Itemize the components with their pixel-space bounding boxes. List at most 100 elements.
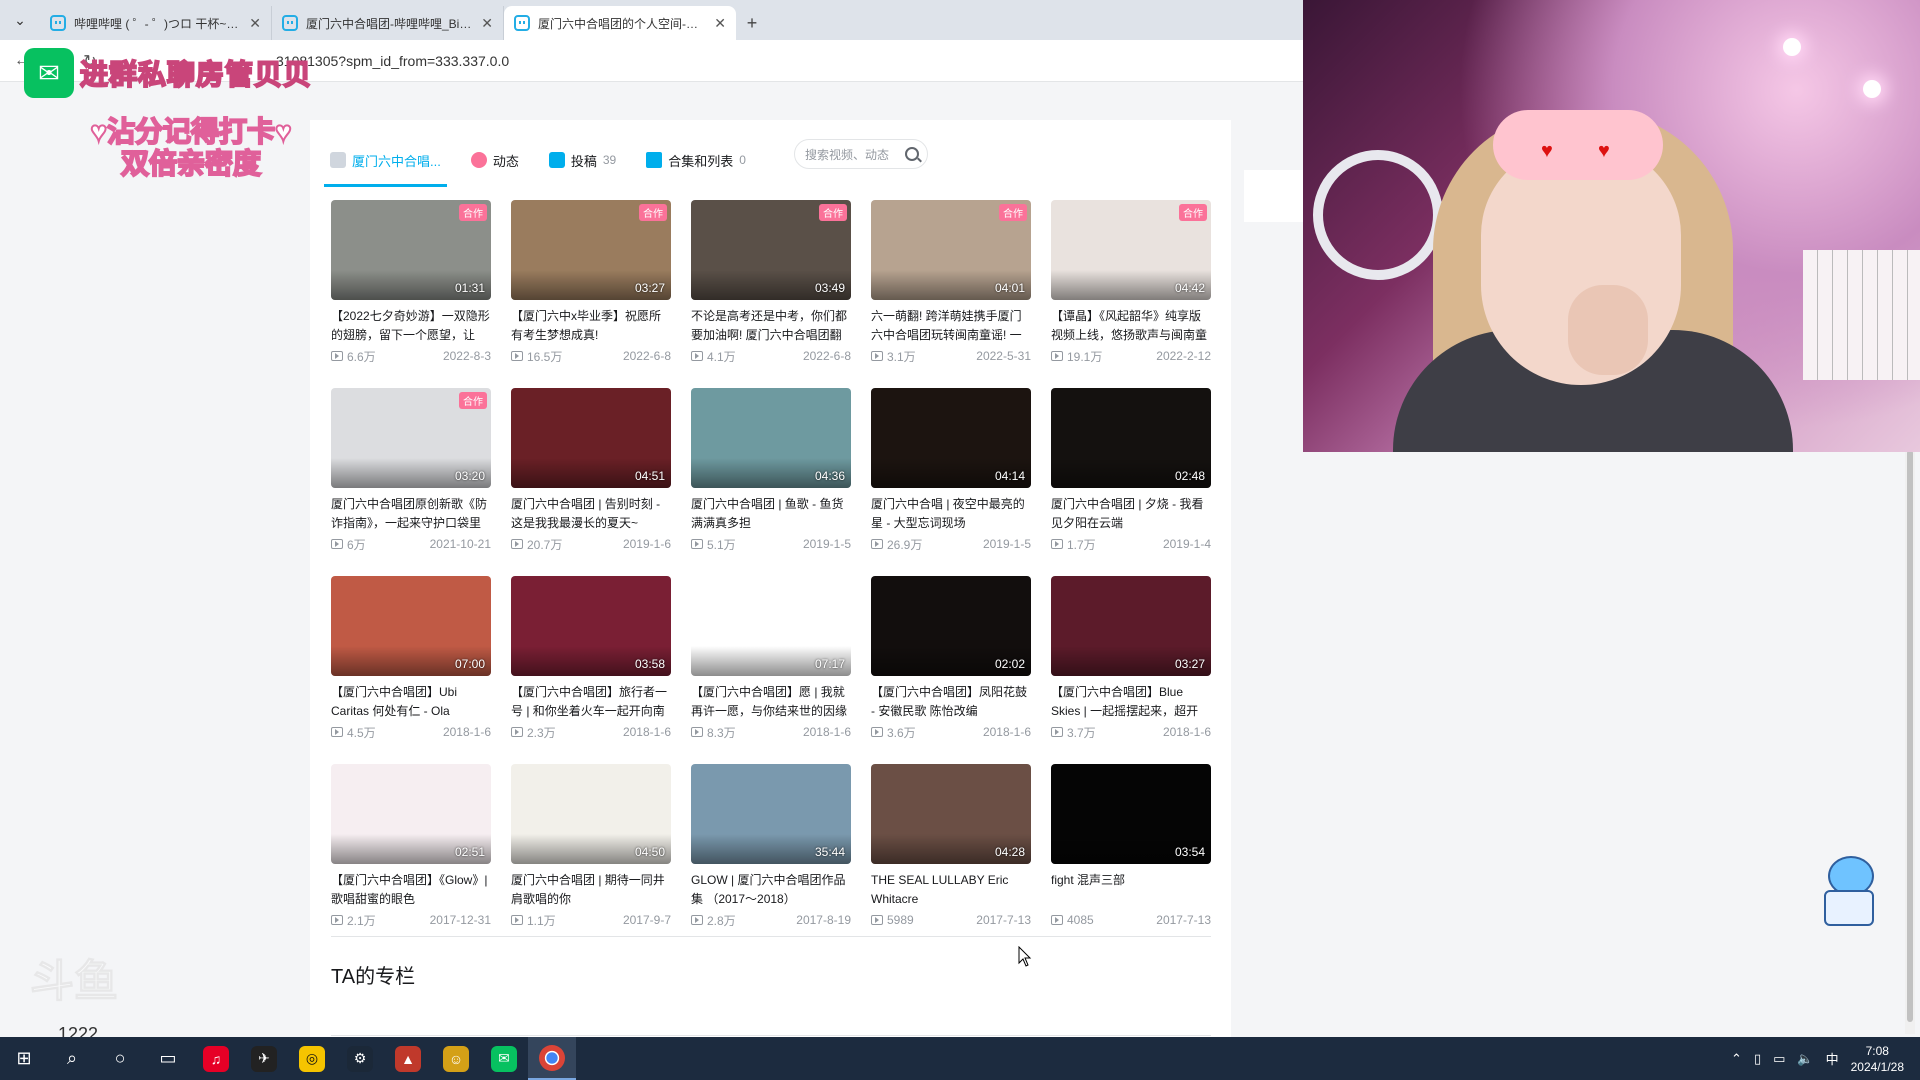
- video-meta: 5.1万 2019-1-5: [691, 535, 851, 553]
- video-card[interactable]: 合作 04:42 【谭晶】《风起韶华》纯享版视频上线，悠扬歌声与闽南童 19.1…: [1051, 200, 1211, 378]
- video-thumbnail[interactable]: 04:28: [871, 764, 1031, 864]
- video-title[interactable]: 【厦门六中合唱团】愿 | 我就再许一愿，与你结来世的因缘: [691, 683, 851, 721]
- video-thumbnail[interactable]: 07:17: [691, 576, 851, 676]
- chevron-up-icon[interactable]: ⌃: [1731, 1051, 1742, 1067]
- play-count-value: 16.5万: [527, 349, 563, 364]
- video-title[interactable]: fight 混声三部: [1051, 871, 1211, 909]
- video-thumbnail[interactable]: 合作 03:20: [331, 388, 491, 488]
- video-thumbnail[interactable]: 合作 04:42: [1051, 200, 1211, 300]
- new-tab-button[interactable]: +: [736, 6, 768, 40]
- tab-search-chevron-icon[interactable]: ⌄: [0, 0, 40, 40]
- cortana-icon[interactable]: ○: [96, 1037, 144, 1080]
- search-icon[interactable]: ⌕: [48, 1037, 96, 1080]
- video-title[interactable]: 厦门六中合唱团 | 鱼歌 - 鱼货满满真多担: [691, 495, 851, 533]
- video-card[interactable]: 04:51 厦门六中合唱团 | 告别时刻 - 这是我我最漫长的夏天~ 20.7万…: [511, 388, 671, 566]
- video-title[interactable]: 厦门六中合唱团 | 期待一同井肩歌唱的你: [511, 871, 671, 909]
- video-card[interactable]: 02:02 【厦门六中合唱团】凤阳花鼓 - 安徽民歌 陈怡改编 3.6万 201…: [871, 576, 1031, 754]
- video-title[interactable]: 【厦门六中合唱团】Ubi Caritas 何处有仁 - Ola: [331, 683, 491, 721]
- close-icon[interactable]: ✕: [714, 15, 726, 32]
- video-thumbnail[interactable]: 合作 04:01: [871, 200, 1031, 300]
- video-thumbnail[interactable]: 04:51: [511, 388, 671, 488]
- video-title[interactable]: 六一萌翻! 跨洋萌娃携手厦门六中合唱团玩转闽南童谣! 一: [871, 307, 1031, 345]
- browser-tab-2[interactable]: 厦门六中合唱团-哔哩哔哩_Bilibili ✕: [272, 6, 504, 40]
- windows-icon[interactable]: ⊞: [0, 1037, 48, 1080]
- video-title[interactable]: 厦门六中合唱团 | 夕烧 - 我看见夕阳在云端: [1051, 495, 1211, 533]
- browser-tab-1[interactable]: 哔哩哔哩 ( ゜- ゜)つロ 干杯~-bili ✕: [40, 6, 272, 40]
- video-title[interactable]: 【厦门六中合唱团】旅行者一号 | 和你坐着火车一起开向南: [511, 683, 671, 721]
- video-meta: 5989 2017-7-13: [871, 911, 1031, 929]
- video-card[interactable]: 合作 03:49 不论是高考还是中考，你们都要加油啊! 厦门六中合唱团翻 4.1…: [691, 200, 851, 378]
- video-card[interactable]: 02:48 厦门六中合唱团 | 夕烧 - 我看见夕阳在云端 1.7万 2019-…: [1051, 388, 1211, 566]
- wechat-icon[interactable]: ✉: [480, 1037, 528, 1080]
- netease-music-icon[interactable]: ♫: [192, 1037, 240, 1080]
- video-title[interactable]: 不论是高考还是中考，你们都要加油啊! 厦门六中合唱团翻: [691, 307, 851, 345]
- video-title[interactable]: 【厦门六中合唱团】Blue Skies | 一起摇摆起来，超开: [1051, 683, 1211, 721]
- page-scrollbar[interactable]: [1905, 450, 1915, 1034]
- video-card[interactable]: 07:17 【厦门六中合唱团】愿 | 我就再许一愿，与你结来世的因缘 8.3万 …: [691, 576, 851, 754]
- video-thumbnail[interactable]: 合作 03:49: [691, 200, 851, 300]
- browser-tab-3[interactable]: 厦门六中合唱团的个人空间-厦门 ✕: [504, 6, 736, 40]
- tab-uploads[interactable]: 投稿 39: [548, 133, 616, 187]
- video-card[interactable]: 02:51 【厦门六中合唱团】《Glow》| 歌唱甜蜜的眼色 2.1万 2017…: [331, 764, 491, 942]
- close-icon[interactable]: ✕: [249, 15, 261, 32]
- task-view-icon[interactable]: ▭: [144, 1037, 192, 1080]
- video-thumbnail[interactable]: 02:02: [871, 576, 1031, 676]
- video-thumbnail[interactable]: 03:27: [1051, 576, 1211, 676]
- video-card[interactable]: 04:50 厦门六中合唱团 | 期待一同井肩歌唱的你 1.1万 2017-9-7: [511, 764, 671, 942]
- video-title[interactable]: 【谭晶】《风起韶华》纯享版视频上线，悠扬歌声与闽南童: [1051, 307, 1211, 345]
- video-title[interactable]: THE SEAL LULLABY Eric Whitacre: [871, 871, 1031, 909]
- video-title[interactable]: 厦门六中合唱团原创新歌《防诈指南》，一起来守护口袋里: [331, 495, 491, 533]
- video-thumbnail[interactable]: 35:44: [691, 764, 851, 864]
- app-icon[interactable]: ▲: [384, 1037, 432, 1080]
- video-card[interactable]: 合作 03:20 厦门六中合唱团原创新歌《防诈指南》，一起来守护口袋里 6万 2…: [331, 388, 491, 566]
- battery-icon[interactable]: ▯: [1754, 1051, 1761, 1067]
- video-card[interactable]: 04:36 厦门六中合唱团 | 鱼歌 - 鱼货满满真多担 5.1万 2019-1…: [691, 388, 851, 566]
- chrome-icon[interactable]: [528, 1037, 576, 1080]
- video-card[interactable]: 合作 03:27 【厦门六中x毕业季】祝愿所有考生梦想成真! 16.5万 202…: [511, 200, 671, 378]
- tab-home[interactable]: 厦门六中合唱...: [324, 133, 447, 187]
- video-title[interactable]: 【厦门六中合唱团】凤阳花鼓 - 安徽民歌 陈怡改编: [871, 683, 1031, 721]
- video-card[interactable]: 03:54 fight 混声三部 4085 2017-7-13: [1051, 764, 1211, 942]
- space-search-input[interactable]: 搜索视频、动态: [794, 139, 928, 169]
- video-thumbnail[interactable]: 04:50: [511, 764, 671, 864]
- video-thumbnail[interactable]: 02:51: [331, 764, 491, 864]
- volume-icon[interactable]: 🔈: [1797, 1051, 1813, 1067]
- app-icon[interactable]: ☺: [432, 1037, 480, 1080]
- video-title[interactable]: 【厦门六中合唱团】《Glow》| 歌唱甜蜜的眼色: [331, 871, 491, 909]
- tab-dynamic[interactable]: 动态: [470, 133, 519, 187]
- ime-indicator[interactable]: 中: [1826, 1049, 1839, 1068]
- app-icon[interactable]: ◎: [288, 1037, 336, 1080]
- video-title[interactable]: 厦门六中合唱团 | 告别时刻 - 这是我我最漫长的夏天~: [511, 495, 671, 533]
- tab-collections[interactable]: 合集和列表 0: [646, 133, 746, 187]
- video-card[interactable]: 07:00 【厦门六中合唱团】Ubi Caritas 何处有仁 - Ola 4.…: [331, 576, 491, 754]
- clock[interactable]: 7:08 2024/1/28: [1851, 1043, 1904, 1075]
- search-icon[interactable]: [905, 147, 919, 161]
- video-title[interactable]: 【2022七夕奇妙游】一双隐形的翅膀，留下一个愿望，让: [331, 307, 491, 345]
- mascot-icon[interactable]: [1818, 856, 1884, 930]
- video-thumbnail[interactable]: 04:36: [691, 388, 851, 488]
- video-card[interactable]: 03:58 【厦门六中合唱团】旅行者一号 | 和你坐着火车一起开向南 2.3万 …: [511, 576, 671, 754]
- video-card[interactable]: 35:44 GLOW | 厦门六中合唱团作品集 （2017～2018） 2.8万…: [691, 764, 851, 942]
- video-thumbnail[interactable]: 合作 01:31: [331, 200, 491, 300]
- video-thumbnail[interactable]: 03:54: [1051, 764, 1211, 864]
- video-title[interactable]: GLOW | 厦门六中合唱团作品集 （2017～2018）: [691, 871, 851, 909]
- network-icon[interactable]: ▭: [1773, 1051, 1785, 1067]
- scrollbar-thumb[interactable]: [1907, 450, 1913, 1022]
- video-card[interactable]: 03:27 【厦门六中合唱团】Blue Skies | 一起摇摆起来，超开 3.…: [1051, 576, 1211, 754]
- video-thumbnail[interactable]: 03:58: [511, 576, 671, 676]
- video-card[interactable]: 04:14 厦门六中合唱 | 夜空中最亮的星 - 大型忘词现场 26.9万 20…: [871, 388, 1031, 566]
- video-title[interactable]: 【厦门六中x毕业季】祝愿所有考生梦想成真!: [511, 307, 671, 345]
- video-card[interactable]: 合作 01:31 【2022七夕奇妙游】一双隐形的翅膀，留下一个愿望，让 6.6…: [331, 200, 491, 378]
- video-card[interactable]: 04:28 THE SEAL LULLABY Eric Whitacre 598…: [871, 764, 1031, 942]
- video-title[interactable]: 厦门六中合唱 | 夜空中最亮的星 - 大型忘词现场: [871, 495, 1031, 533]
- video-thumbnail[interactable]: 04:14: [871, 388, 1031, 488]
- streamer-hand: [1568, 285, 1648, 375]
- app-icon[interactable]: ✈: [240, 1037, 288, 1080]
- video-thumbnail[interactable]: 02:48: [1051, 388, 1211, 488]
- video-thumbnail[interactable]: 07:00: [331, 576, 491, 676]
- video-meta: 3.7万 2018-1-6: [1051, 723, 1211, 741]
- video-card[interactable]: 合作 04:01 六一萌翻! 跨洋萌娃携手厦门六中合唱团玩转闽南童谣! 一 3.…: [871, 200, 1031, 378]
- steam-icon[interactable]: ⚙: [336, 1037, 384, 1080]
- close-icon[interactable]: ✕: [481, 15, 493, 32]
- video-thumbnail[interactable]: 合作 03:27: [511, 200, 671, 300]
